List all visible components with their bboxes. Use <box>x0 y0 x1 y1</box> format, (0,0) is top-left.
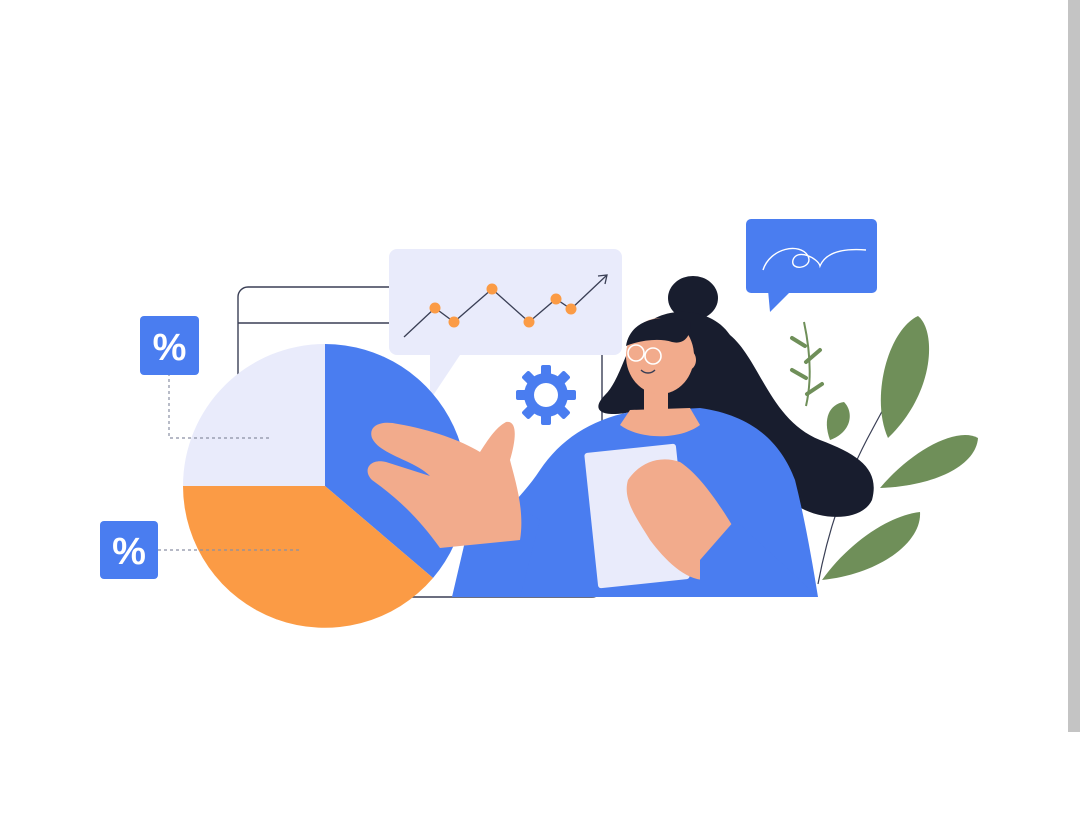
percent-badge-label: % <box>112 531 146 573</box>
chart-point <box>550 293 562 305</box>
percent-badge-label: % <box>153 327 187 369</box>
chart-point <box>448 316 460 328</box>
chart-point <box>429 302 441 314</box>
pie-slice-lavender <box>183 344 325 486</box>
chart-point <box>486 283 498 295</box>
scrollbar[interactable] <box>1068 0 1080 732</box>
percent-badge: % <box>140 316 199 375</box>
data-analyst-illustration: % % <box>100 219 978 628</box>
signature-speech-bubble <box>746 219 877 312</box>
percent-badge: % <box>100 521 158 579</box>
chart-point <box>565 303 577 315</box>
illustration-canvas: % % <box>0 0 1080 832</box>
chart-point <box>523 316 535 328</box>
gear-icon <box>516 365 576 425</box>
